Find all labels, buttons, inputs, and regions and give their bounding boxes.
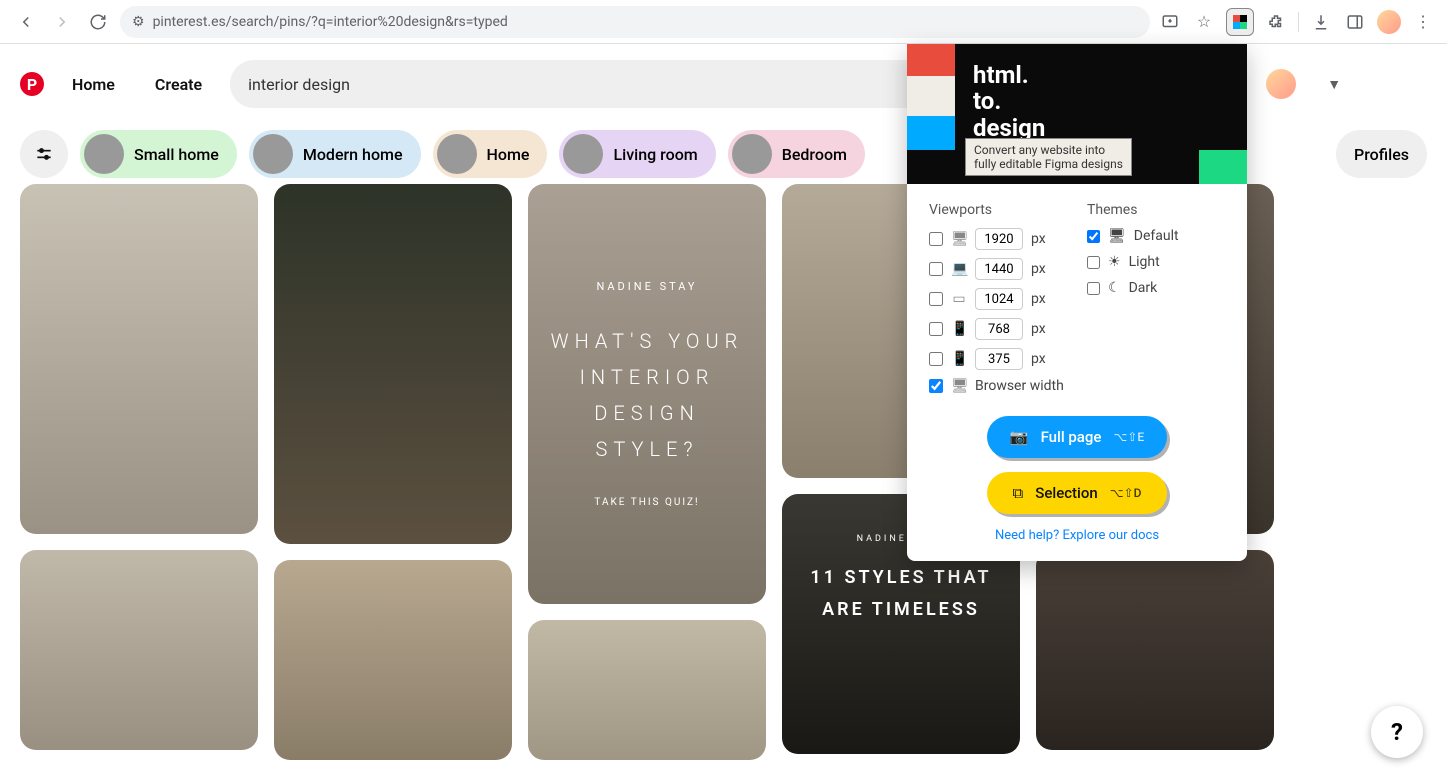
device-icon: ▭ — [951, 291, 967, 307]
viewports-label: Viewports — [929, 202, 1067, 218]
viewport-row[interactable]: 💻px — [929, 258, 1067, 280]
user-avatar[interactable] — [1266, 69, 1296, 99]
extension-tagline: Convert any website into fully editable … — [965, 138, 1132, 176]
viewport-input[interactable] — [975, 288, 1023, 310]
viewports-section: Viewports 🖥px 💻px ▭px 📱px 📱px 🖥 Browser widt… — [929, 202, 1067, 402]
pin-card[interactable] — [274, 184, 512, 544]
reload-button[interactable] — [84, 8, 112, 36]
extensions-puzzle-icon[interactable] — [1264, 10, 1288, 34]
viewport-row[interactable]: 📱px — [929, 348, 1067, 370]
chip-bedroom[interactable]: Bedroom — [728, 130, 865, 178]
menu-icon[interactable]: ⋮ — [1411, 10, 1435, 34]
bookmark-icon[interactable]: ☆ — [1192, 10, 1216, 34]
home-link[interactable]: Home — [60, 67, 127, 102]
browser-width-checkbox[interactable] — [929, 379, 943, 393]
chip-living-room[interactable]: Living room — [559, 130, 715, 178]
browser-toolbar: ⚙ pinterest.es/search/pins/?q=interior%2… — [0, 0, 1447, 44]
extension-header: html. to. design Convert any website int… — [907, 44, 1247, 184]
viewport-row[interactable]: ▭px — [929, 288, 1067, 310]
theme-row[interactable]: ☀Light — [1087, 254, 1225, 270]
chip-thumbnail — [563, 134, 603, 174]
pin-title: 11 STYLES THAT ARE TIMELESS — [802, 562, 1000, 627]
pin-card[interactable]: NADINE STAY WHAT'S YOUR INTERIOR DESIGN … — [528, 184, 766, 604]
pin-title: WHAT'S YOUR INTERIOR DESIGN STYLE? — [548, 323, 746, 467]
site-info-icon[interactable]: ⚙ — [132, 14, 145, 30]
theme-row[interactable]: 🖥Default — [1087, 228, 1225, 244]
themes-section: Themes 🖥Default ☀Light ☾Dark — [1087, 202, 1225, 402]
viewport-checkbox[interactable] — [929, 232, 943, 246]
pin-card[interactable] — [1036, 550, 1274, 750]
viewport-browser-width[interactable]: 🖥 Browser width — [929, 378, 1067, 394]
viewport-row[interactable]: 📱px — [929, 318, 1067, 340]
camera-icon: 📷 — [1010, 428, 1029, 446]
help-fab[interactable]: ? — [1371, 706, 1423, 758]
chip-home[interactable]: Home — [433, 130, 548, 178]
chip-thumbnail — [437, 134, 477, 174]
install-icon[interactable] — [1158, 10, 1182, 34]
chip-thumbnail — [732, 134, 772, 174]
theme-icon: ☾ — [1108, 280, 1121, 296]
chip-small-home[interactable]: Small home — [80, 130, 237, 178]
chip-modern-home[interactable]: Modern home — [249, 130, 421, 178]
theme-checkbox[interactable] — [1087, 230, 1100, 243]
pin-subtitle: NADINE STAY — [596, 280, 697, 293]
pin-cta: TAKE THIS QUIZ! — [594, 497, 699, 508]
viewport-row[interactable]: 🖥px — [929, 228, 1067, 250]
viewport-input[interactable] — [975, 318, 1023, 340]
device-icon: 📱 — [951, 351, 967, 367]
viewport-input[interactable] — [975, 348, 1023, 370]
theme-checkbox[interactable] — [1087, 282, 1100, 295]
viewport-checkbox[interactable] — [929, 262, 943, 276]
theme-icon: ☀ — [1108, 254, 1121, 270]
pin-card[interactable] — [20, 550, 258, 750]
selection-icon: ⧉ — [1013, 484, 1024, 502]
profile-avatar[interactable] — [1377, 10, 1401, 34]
viewport-checkbox[interactable] — [929, 292, 943, 306]
extension-popup: html. to. design Convert any website int… — [907, 44, 1247, 561]
extension-title: html. to. design — [973, 62, 1229, 141]
forward-button[interactable] — [48, 8, 76, 36]
device-icon: 🖥 — [951, 231, 967, 247]
downloads-icon[interactable] — [1309, 10, 1333, 34]
theme-row[interactable]: ☾Dark — [1087, 280, 1225, 296]
address-bar[interactable]: ⚙ pinterest.es/search/pins/?q=interior%2… — [120, 6, 1150, 38]
selection-button[interactable]: ⧉ Selection ⌥⇧D — [987, 472, 1167, 514]
viewport-input[interactable] — [975, 258, 1023, 280]
themes-label: Themes — [1087, 202, 1225, 218]
create-link[interactable]: Create — [143, 67, 214, 102]
desktop-icon: 🖥 — [951, 378, 967, 394]
device-icon: 💻 — [951, 261, 967, 277]
chip-profiles[interactable]: Profiles — [1336, 130, 1427, 178]
extension-icon[interactable] — [1226, 8, 1254, 36]
sidepanel-icon[interactable] — [1343, 10, 1367, 34]
extension-logo — [907, 44, 955, 184]
pin-card[interactable] — [20, 184, 258, 534]
theme-checkbox[interactable] — [1087, 256, 1100, 269]
viewport-input[interactable] — [975, 228, 1023, 250]
help-link[interactable]: Need help? Explore our docs — [929, 528, 1225, 543]
divider — [1298, 12, 1299, 32]
pin-card[interactable] — [528, 620, 766, 760]
chip-thumbnail — [253, 134, 293, 174]
viewport-checkbox[interactable] — [929, 352, 943, 366]
filter-button[interactable] — [20, 130, 68, 178]
viewport-checkbox[interactable] — [929, 322, 943, 336]
pin-card[interactable] — [274, 560, 512, 760]
chip-thumbnail — [84, 134, 124, 174]
pinterest-logo[interactable]: P — [20, 72, 44, 96]
device-icon: 📱 — [951, 321, 967, 337]
fullpage-button[interactable]: 📷 Full page ⌥⇧E — [987, 416, 1167, 458]
url-text: pinterest.es/search/pins/?q=interior%20d… — [153, 14, 508, 30]
theme-icon: 🖥 — [1108, 228, 1126, 244]
chevron-down-icon[interactable]: ▼ — [1312, 62, 1356, 106]
back-button[interactable] — [12, 8, 40, 36]
